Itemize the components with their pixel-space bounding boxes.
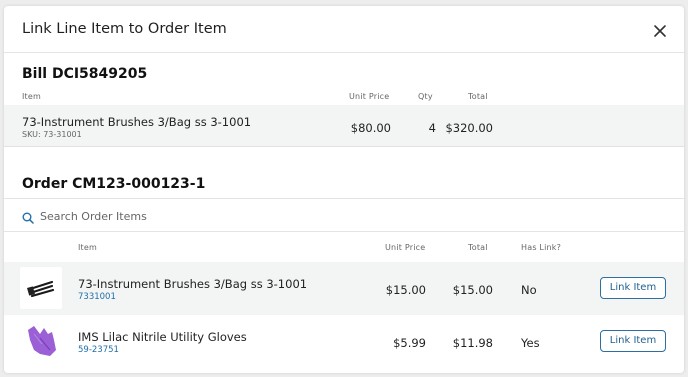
bill-col-item: Item [22,92,42,101]
order-col-item: Item [78,243,98,252]
order-heading: Order CM123-000123-1 [22,176,206,192]
bill-col-qty: Qty [418,92,433,101]
search-icon [22,209,34,228]
order-item-unit-price: $15.00 [385,283,426,297]
order-item-name: IMS Lilac Nitrile Utility Gloves [78,330,247,344]
bill-line-item-row: 73-Instrument Brushes 3/Bag ss 3-1001 SK… [4,105,684,147]
bill-item-unit-price: $80.00 [350,121,391,135]
order-col-total: Total [468,243,488,252]
bill-col-unit-price: Unit Price [349,92,390,101]
close-icon[interactable] [653,24,667,38]
order-item-has-link: No [521,283,537,297]
bill-item-qty: 4 [428,121,436,135]
link-item-button[interactable]: Link Item [600,277,666,299]
search-input[interactable] [40,207,440,225]
bill-col-total: Total [468,92,488,101]
order-item-has-link: Yes [521,336,540,350]
order-search-bar [4,198,684,232]
order-item-sku-link[interactable]: 59-23751 [78,345,119,355]
table-row: IMS Lilac Nitrile Utility Gloves 59-2375… [4,315,684,368]
order-col-unit-price: Unit Price [385,243,426,252]
bill-heading: Bill DCI5849205 [22,66,148,82]
link-line-item-modal: Link Line Item to Order Item Bill DCI584… [4,6,684,373]
modal-title: Link Line Item to Order Item [22,21,227,37]
order-item-sku-link[interactable]: 7331001 [78,292,116,302]
glove-product-image [20,320,62,362]
table-row: 73-Instrument Brushes 3/Bag ss 3-1001 73… [4,262,684,315]
order-item-name: 73-Instrument Brushes 3/Bag ss 3-1001 [78,277,308,291]
brush-product-image [20,267,62,309]
bill-item-name: 73-Instrument Brushes 3/Bag ss 3-1001 [22,115,252,129]
bill-item-total: $320.00 [445,121,493,135]
order-col-has-link: Has Link? [521,243,562,252]
modal-header: Link Line Item to Order Item [4,6,684,53]
order-item-total: $15.00 [452,283,493,297]
order-item-unit-price: $5.99 [393,336,426,350]
bill-item-sku: SKU: 73-31001 [22,130,82,139]
link-item-button[interactable]: Link Item [600,330,666,352]
order-item-total: $11.98 [452,336,493,350]
